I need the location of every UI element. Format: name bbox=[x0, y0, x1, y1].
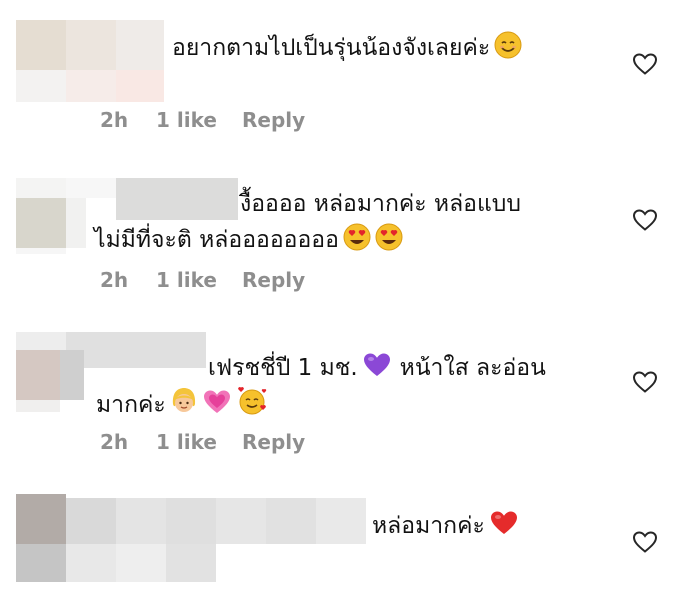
blur-tile bbox=[66, 178, 116, 198]
blur-tile bbox=[316, 498, 366, 544]
blur-tile bbox=[66, 70, 116, 102]
blur-tile bbox=[16, 494, 66, 544]
blur-tile bbox=[166, 498, 216, 544]
comment-text-line: อยากตามไปเป็นรุ่นน้องจังเลยค่ะ bbox=[172, 35, 491, 61]
comment-text-line: หล่อมากค่ะ bbox=[372, 513, 485, 539]
comment-text-line: มากค่ะ bbox=[96, 392, 166, 418]
reply-button[interactable]: Reply bbox=[242, 108, 305, 132]
blur-tile bbox=[16, 332, 66, 350]
blur-tile bbox=[60, 350, 84, 400]
comment-2: งื้ออออ หล่อมากค่ะ หล่อแบบ ไม่มีที่จะติ … bbox=[0, 150, 696, 320]
comment-time[interactable]: 2h bbox=[100, 108, 156, 132]
comment-text: ไม่มีที่จะติ หล่ออออออออ bbox=[94, 222, 403, 262]
comment-text: งื้ออออ หล่อมากค่ะ หล่อแบบ bbox=[240, 186, 521, 222]
blur-tile bbox=[266, 498, 316, 544]
blur-tile bbox=[16, 544, 66, 582]
blur-tile bbox=[166, 544, 216, 582]
comment-text-line: ไม่มีที่จะติ หล่ออออออออ bbox=[94, 227, 339, 253]
comment-time[interactable]: 2h bbox=[100, 430, 156, 454]
comment-1: อยากตามไปเป็นรุ่นน้องจังเลยค่ะ 2h 1 like… bbox=[0, 0, 696, 150]
blur-tile bbox=[66, 498, 116, 544]
like-heart-icon[interactable] bbox=[632, 530, 658, 554]
like-heart-icon[interactable] bbox=[632, 208, 658, 232]
comment-3: เฟรชชี่ปี 1 มช. หน้าใส ละอ่อน มากค่ะ 2h … bbox=[0, 320, 696, 480]
reply-button[interactable]: Reply bbox=[242, 268, 305, 292]
blur-tile bbox=[216, 498, 266, 544]
like-heart-icon[interactable] bbox=[632, 52, 658, 76]
blur-tile bbox=[16, 70, 66, 102]
blur-tile bbox=[66, 332, 206, 368]
comment-likes[interactable]: 1 like bbox=[156, 108, 242, 132]
comment-text: เฟรชชี่ปี 1 มช. หน้าใส ละอ่อน bbox=[208, 350, 546, 390]
comment-meta: 2h 1 like Reply bbox=[100, 430, 305, 454]
comment-text-line: หน้าใส ละอ่อน bbox=[399, 355, 546, 381]
blur-tile bbox=[116, 20, 164, 70]
blur-tile bbox=[66, 544, 116, 582]
comment-meta: 2h 1 like Reply bbox=[100, 268, 305, 292]
blur-tile bbox=[16, 198, 66, 248]
blur-tile bbox=[16, 400, 60, 412]
purple-heart-emoji bbox=[362, 351, 392, 390]
blur-tile bbox=[116, 178, 238, 220]
growing-heart-emoji bbox=[202, 388, 232, 427]
blur-tile bbox=[66, 20, 116, 70]
red-heart-emoji bbox=[489, 509, 519, 548]
blur-tile bbox=[16, 178, 66, 198]
blur-tile bbox=[16, 248, 66, 254]
heart-eyes-emoji bbox=[343, 223, 371, 262]
blur-tile bbox=[16, 20, 66, 70]
blur-tile bbox=[116, 498, 166, 544]
smiling-face-emoji bbox=[494, 31, 522, 70]
comment-text: มากค่ะ bbox=[96, 386, 268, 427]
comment-text-line: งื้ออออ หล่อมากค่ะ หล่อแบบ bbox=[240, 191, 522, 217]
comment-text: อยากตามไปเป็นรุ่นน้องจังเลยค่ะ bbox=[172, 30, 522, 70]
comment-text-line: เฟรชชี่ปี 1 มช. bbox=[208, 355, 358, 381]
smiling-face-with-hearts-emoji bbox=[236, 386, 268, 427]
comment-likes[interactable]: 1 like bbox=[156, 430, 242, 454]
blur-tile bbox=[116, 70, 164, 102]
heart-eyes-emoji bbox=[375, 223, 403, 262]
like-heart-icon[interactable] bbox=[632, 370, 658, 394]
comment-likes[interactable]: 1 like bbox=[156, 268, 242, 292]
blur-tile bbox=[66, 198, 86, 248]
comment-time[interactable]: 2h bbox=[100, 268, 156, 292]
comment-4: หล่อมากค่ะ bbox=[0, 480, 696, 612]
comment-meta: 2h 1 like Reply bbox=[100, 108, 305, 132]
blur-tile bbox=[116, 544, 166, 582]
blur-tile bbox=[16, 350, 60, 400]
person-emoji bbox=[170, 386, 198, 427]
reply-button[interactable]: Reply bbox=[242, 430, 305, 454]
comment-text: หล่อมากค่ะ bbox=[372, 508, 519, 548]
